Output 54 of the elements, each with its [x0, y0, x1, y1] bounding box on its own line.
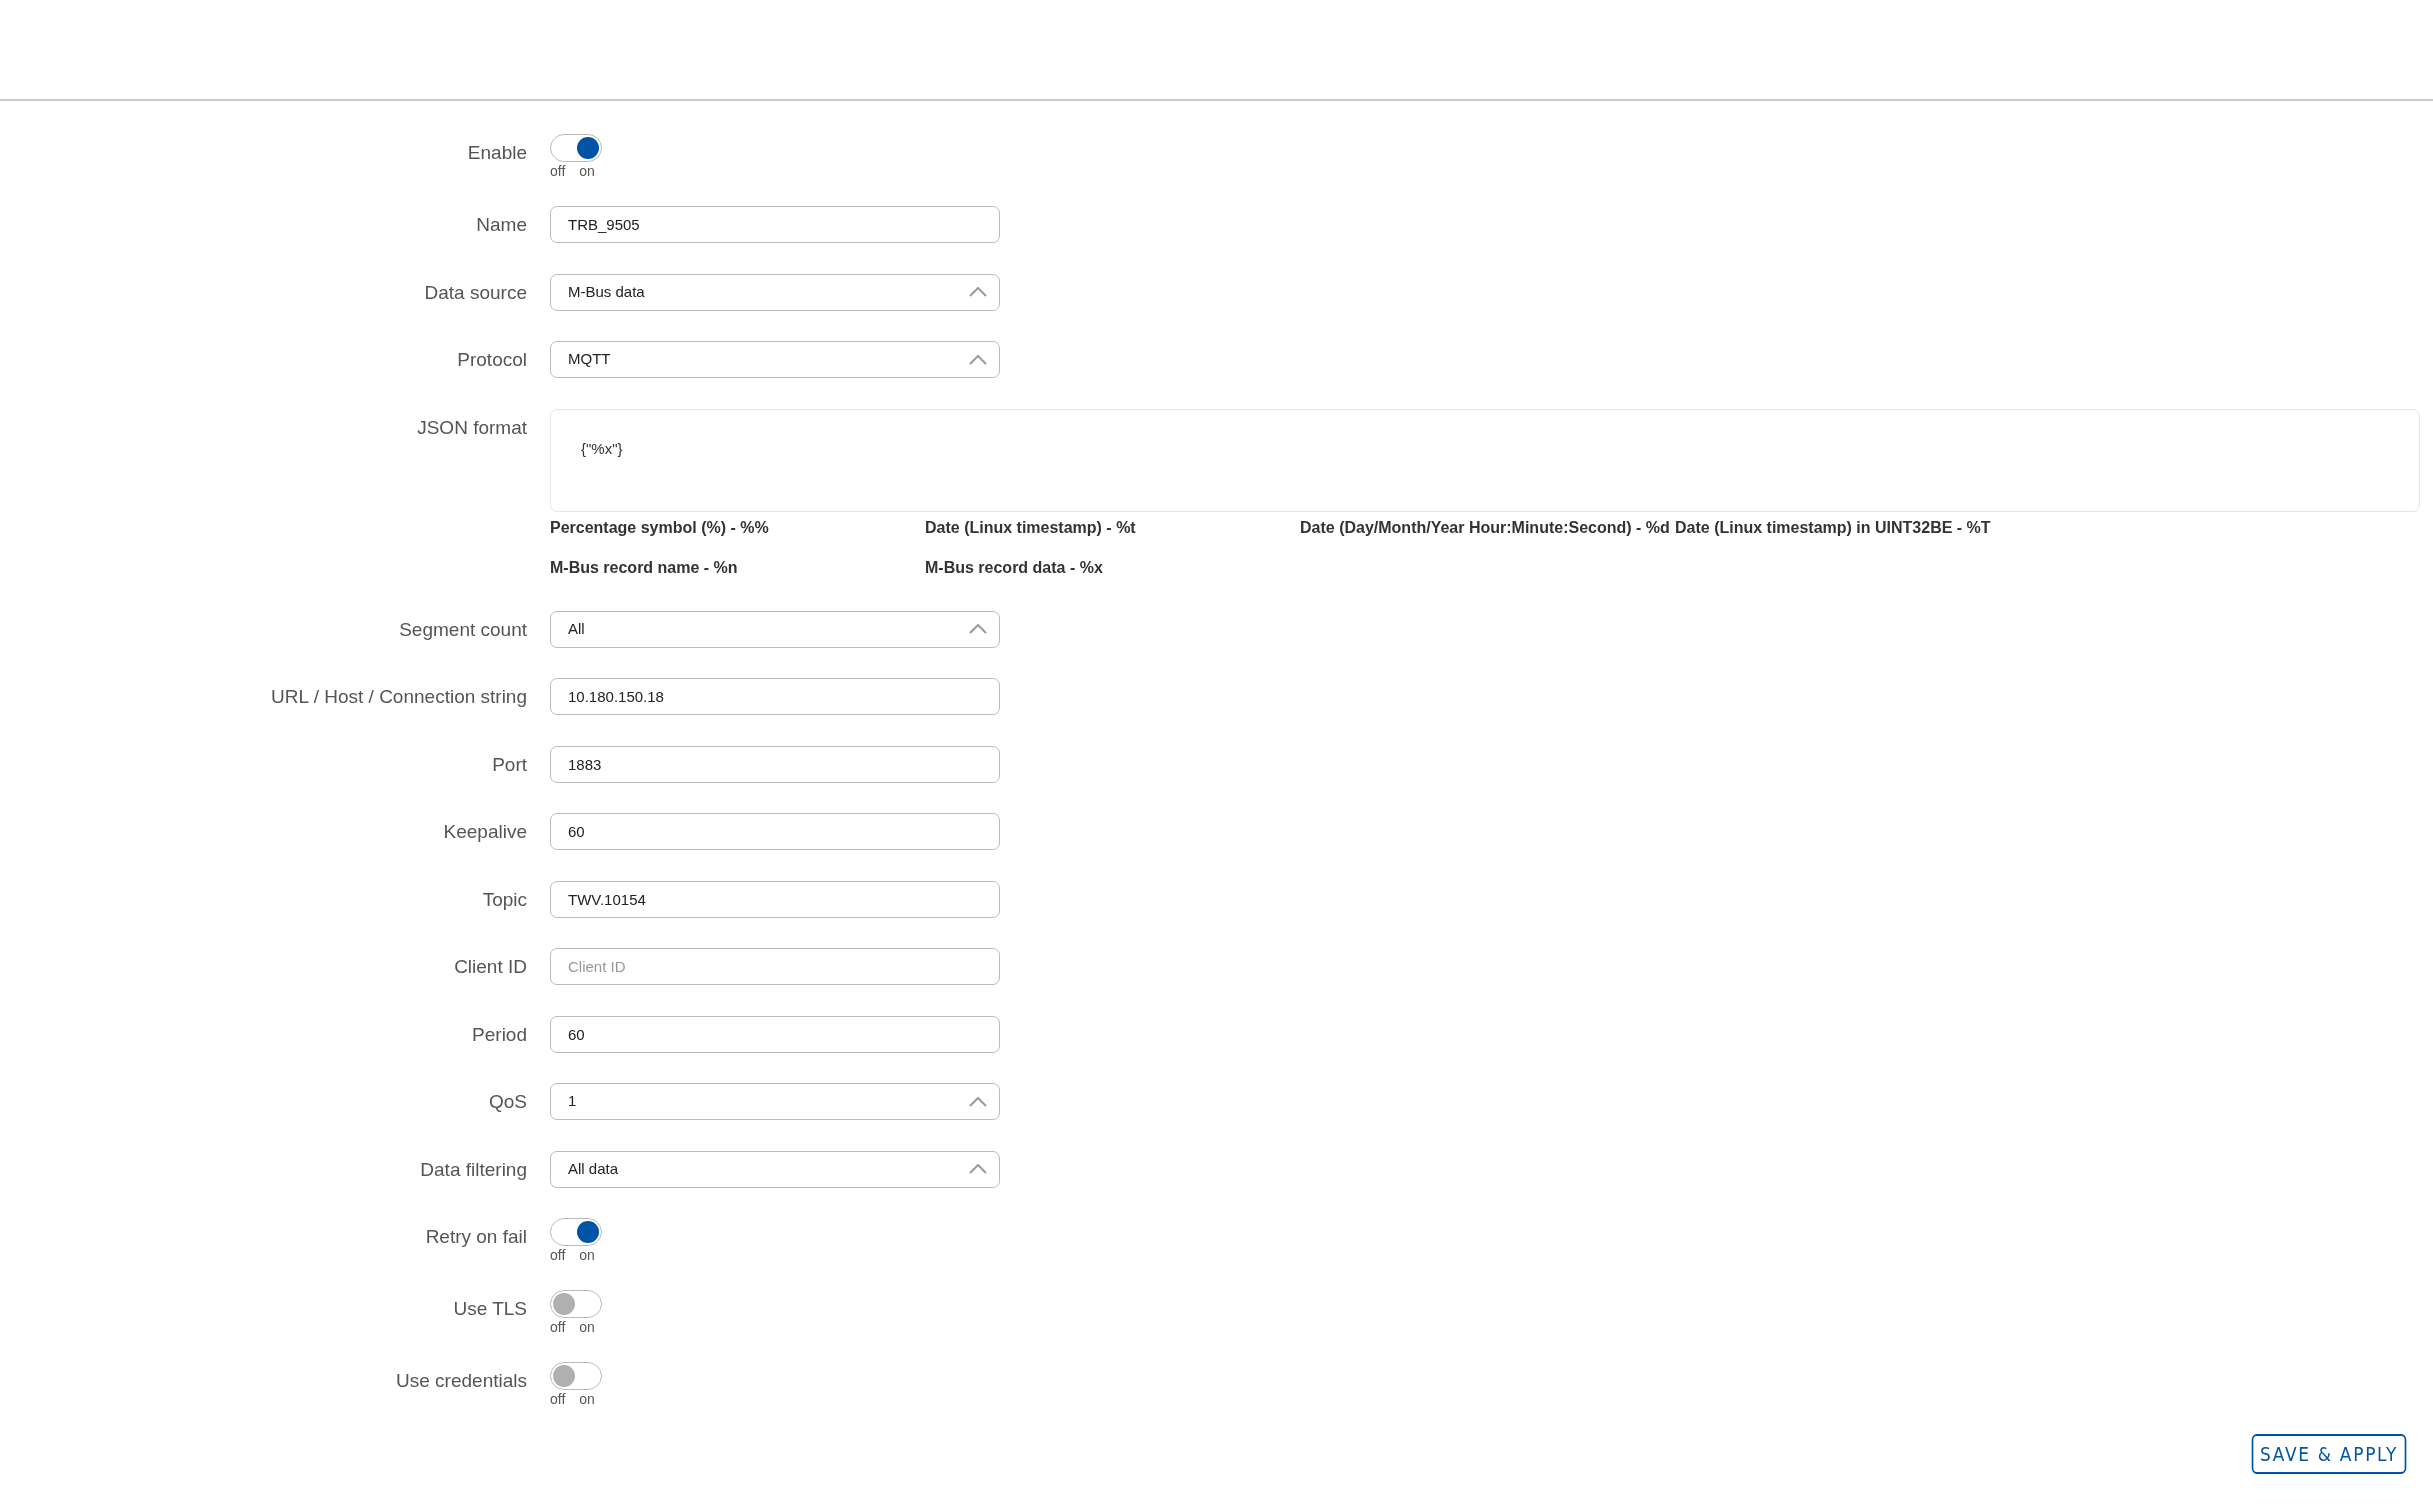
field-label: Client ID: [454, 956, 527, 977]
text-field[interactable]: 60: [550, 1015, 1000, 1053]
field-label: Retry on fail: [425, 1226, 527, 1247]
field-label: Period: [472, 1023, 527, 1045]
save-apply-button[interactable]: SAVE & APPLY: [2251, 1434, 2407, 1474]
field-label: Use TLS: [453, 1298, 527, 1319]
field-label: Keepalive: [443, 821, 527, 842]
select-dropdown[interactable]: MQTT: [550, 341, 1000, 378]
toggle-switch[interactable]: [550, 1218, 602, 1246]
field-label: Segment count: [399, 618, 527, 640]
off-label: off: [550, 1390, 566, 1408]
json-format-textarea[interactable]: {"%x"}: [550, 408, 2420, 512]
format-hint: Date (Linux timestamp) - %t: [925, 517, 1137, 538]
field-label: Use credentials: [396, 1370, 527, 1391]
on-label: on: [579, 1246, 595, 1264]
chevron-up-icon: [969, 287, 987, 297]
field-label: Data source: [424, 281, 527, 303]
format-hint: Percentage symbol (%) - %%: [550, 517, 770, 538]
chevron-up-icon: [969, 1096, 987, 1107]
toggle-switch[interactable]: [550, 134, 602, 162]
select-dropdown[interactable]: M-Bus data: [550, 273, 1000, 311]
format-hint: Date (Day/Month/Year Hour:Minute:Second) - %d: [1300, 517, 1671, 538]
field-label: QoS: [488, 1091, 527, 1112]
select-dropdown[interactable]: All data: [550, 1150, 1000, 1188]
chevron-up-icon: [969, 354, 987, 365]
field-label: Name: [476, 214, 527, 235]
field-label: JSON format: [417, 416, 527, 438]
field-label: Data filtering: [420, 1158, 527, 1180]
on-label: on: [579, 1318, 595, 1336]
select-dropdown[interactable]: 1: [550, 1083, 1000, 1120]
text-field[interactable]: 60: [550, 813, 1000, 850]
chevron-up-icon: [969, 1164, 987, 1174]
format-hint: Date (Linux timestamp) in UINT32BE - %T: [1675, 517, 1992, 538]
format-hint: M-Bus record name - %n: [550, 557, 739, 578]
format-hint: M-Bus record data - %x: [925, 557, 1104, 578]
toggle-switch[interactable]: [550, 1362, 602, 1390]
field-label: Port: [492, 753, 527, 775]
off-label: off: [550, 1318, 566, 1336]
select-dropdown[interactable]: All: [550, 610, 1000, 648]
text-field[interactable]: TWV.10154: [550, 880, 1000, 918]
toggle-switch[interactable]: [550, 1290, 602, 1318]
field-label: Protocol: [457, 349, 527, 370]
text-field[interactable]: 1883: [550, 745, 1000, 783]
off-label: off: [550, 162, 566, 180]
text-field[interactable]: 10.180.150.18: [550, 678, 1000, 715]
field-label: URL / Host / Connection string: [271, 686, 527, 707]
field-label: Topic: [482, 888, 527, 910]
on-label: on: [579, 1390, 595, 1408]
chevron-up-icon: [969, 624, 987, 634]
text-field[interactable]: Client ID: [550, 948, 1000, 985]
text-field[interactable]: TRB_9505: [550, 206, 1000, 243]
off-label: off: [550, 1246, 566, 1264]
field-label: Enable: [467, 142, 527, 163]
on-label: on: [579, 162, 595, 180]
